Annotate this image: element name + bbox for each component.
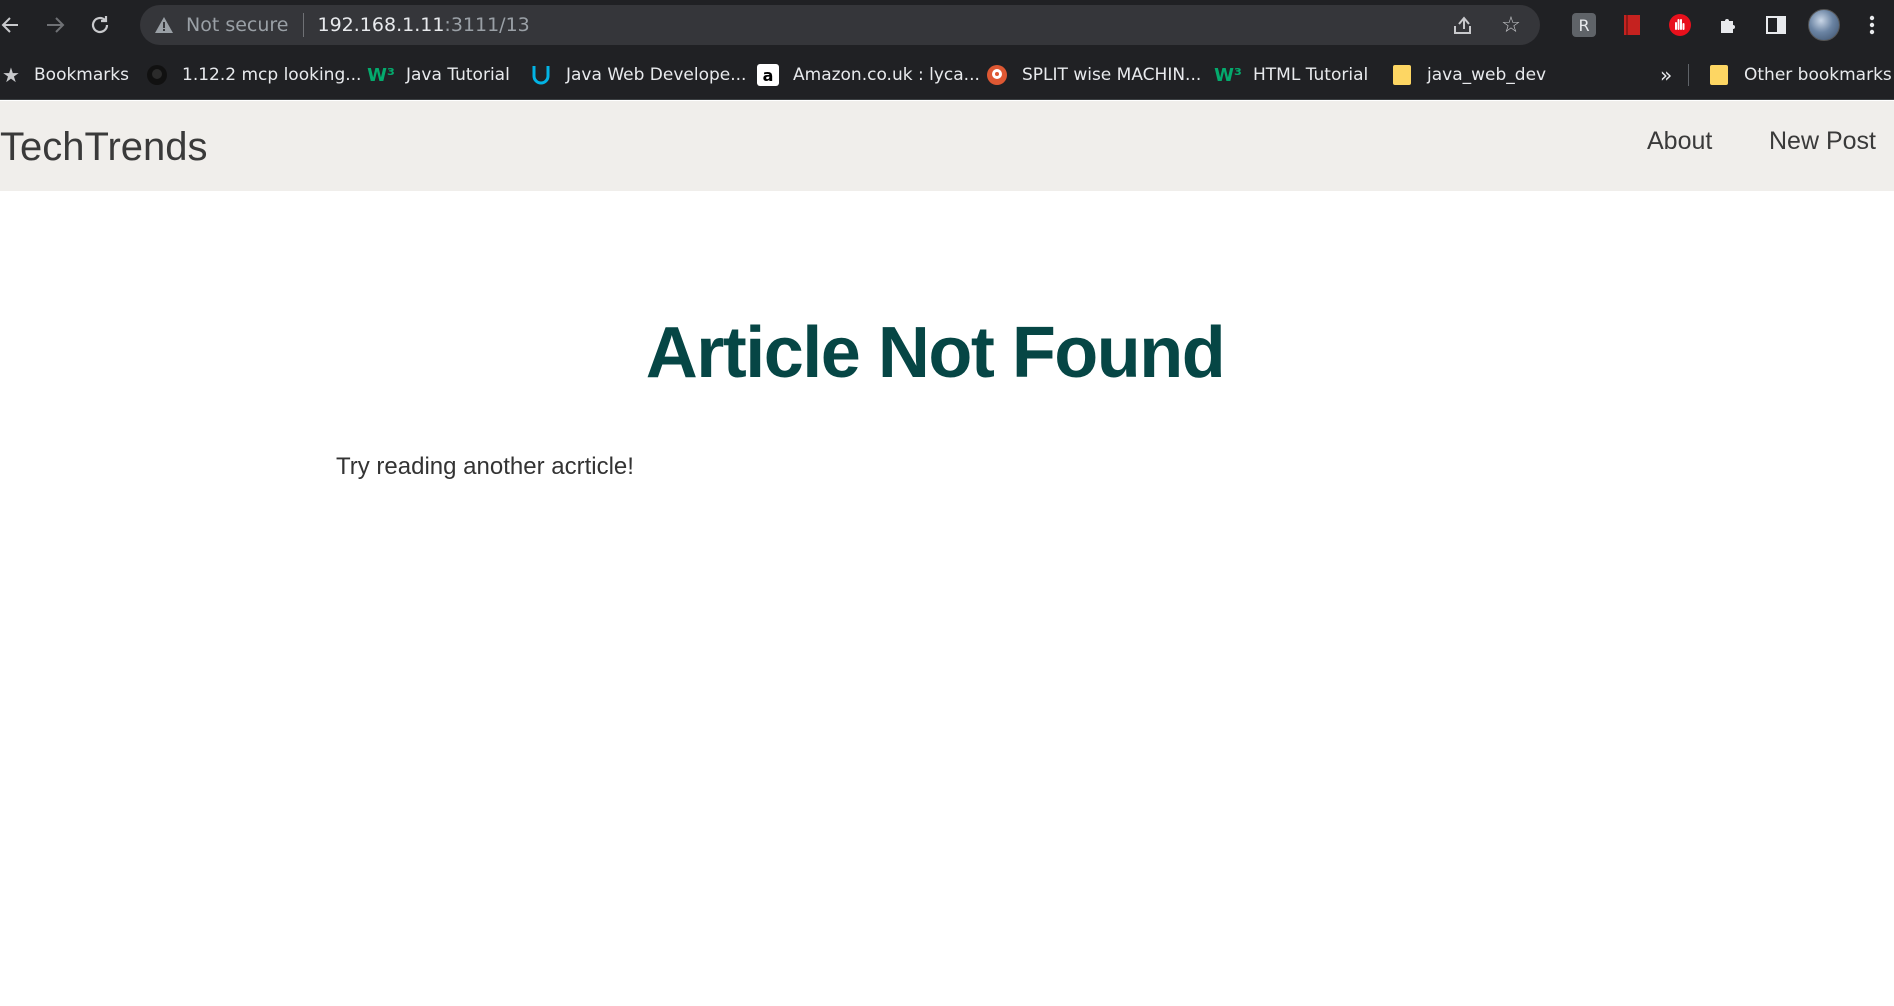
- forward-button[interactable]: [36, 5, 76, 45]
- site-navbar: TechTrends About New Post: [0, 101, 1894, 191]
- bookmark-item-mcp[interactable]: 1.12.2 mcp looking...: [146, 50, 361, 100]
- folder-icon: [1708, 64, 1730, 86]
- bookmark-label: Amazon.co.uk : lyca...: [793, 65, 980, 85]
- page-title: Article Not Found: [645, 313, 1226, 393]
- bookmark-folder-java-web-dev[interactable]: java_web_dev: [1391, 50, 1546, 100]
- arrow-right-icon: [47, 17, 65, 33]
- arrow-left-icon: [1, 17, 18, 33]
- folder-icon: [1391, 64, 1413, 86]
- omnibox-divider: [302, 13, 304, 37]
- bookmark-label: Java Tutorial: [406, 65, 510, 85]
- bookmarks-divider: [1688, 64, 1689, 86]
- bookmark-item-amazon[interactable]: a Amazon.co.uk : lyca...: [757, 50, 980, 100]
- extension-book-icon[interactable]: [1608, 5, 1656, 45]
- address-bar[interactable]: Not secure 192.168.1.11:3111/13 ☆: [140, 5, 1540, 45]
- duckduckgo-icon: [986, 64, 1008, 86]
- bookmark-item-java-tutorial[interactable]: W³ Java Tutorial: [367, 50, 510, 100]
- avatar: [1808, 9, 1840, 41]
- browser-toolbar: Not secure 192.168.1.11:3111/13 ☆ R: [0, 0, 1894, 50]
- star-icon: ★: [2, 63, 20, 87]
- url-host[interactable]: 192.168.1.11: [318, 14, 445, 36]
- security-status[interactable]: Not secure: [186, 14, 289, 36]
- bookmark-item-html-tutorial[interactable]: W³ HTML Tutorial: [1214, 50, 1369, 100]
- github-icon: [146, 64, 168, 86]
- url-path[interactable]: :3111/13: [444, 14, 529, 36]
- w3schools-icon: W³: [1214, 64, 1242, 86]
- w3schools-icon: W³: [367, 64, 395, 86]
- site-brand[interactable]: TechTrends: [0, 125, 208, 170]
- bookmark-label: Bookmarks: [34, 65, 129, 85]
- bookmark-label: Other bookmarks: [1744, 65, 1892, 85]
- extension-r-icon[interactable]: R: [1560, 5, 1608, 45]
- side-panel-icon[interactable]: [1752, 5, 1800, 45]
- bookmark-star-icon[interactable]: ☆: [1498, 12, 1524, 38]
- not-found-message: Try reading another acrticle!: [336, 453, 634, 480]
- bookmark-item-split-wise[interactable]: SPLIT wise MACHIN...: [986, 50, 1201, 100]
- extensions-puzzle-icon[interactable]: [1704, 5, 1752, 45]
- share-icon[interactable]: [1450, 12, 1476, 38]
- bookmarks-overflow-button[interactable]: »: [1660, 50, 1672, 100]
- bookmark-label: SPLIT wise MACHIN...: [1022, 65, 1202, 85]
- bookmarks-bar: ★ Bookmarks 1.12.2 mcp looking... W³ Jav…: [0, 50, 1894, 100]
- udacity-icon: [530, 64, 552, 86]
- reload-button[interactable]: [80, 5, 120, 45]
- bookmark-folder-other[interactable]: Other bookmarks: [1708, 50, 1892, 100]
- extension-stop-hand-icon[interactable]: [1656, 5, 1704, 45]
- reload-icon: [91, 16, 109, 34]
- nav-link-about[interactable]: About: [1647, 127, 1712, 156]
- bookmark-label: java_web_dev: [1427, 65, 1547, 85]
- bookmark-item-java-web-developer[interactable]: Java Web Develope...: [530, 50, 746, 100]
- warning-icon: [155, 17, 173, 33]
- back-button[interactable]: [0, 5, 20, 45]
- bookmark-item-bookmarks[interactable]: ★ Bookmarks: [0, 50, 129, 100]
- bookmark-label: HTML Tutorial: [1253, 65, 1369, 85]
- nav-link-new-post[interactable]: New Post: [1769, 127, 1876, 156]
- bookmark-label: Java Web Develope...: [566, 65, 747, 85]
- bookmark-label: 1.12.2 mcp looking...: [182, 65, 362, 85]
- amazon-icon: a: [757, 64, 779, 86]
- profile-avatar[interactable]: [1800, 5, 1848, 45]
- kebab-menu-icon[interactable]: [1848, 5, 1894, 45]
